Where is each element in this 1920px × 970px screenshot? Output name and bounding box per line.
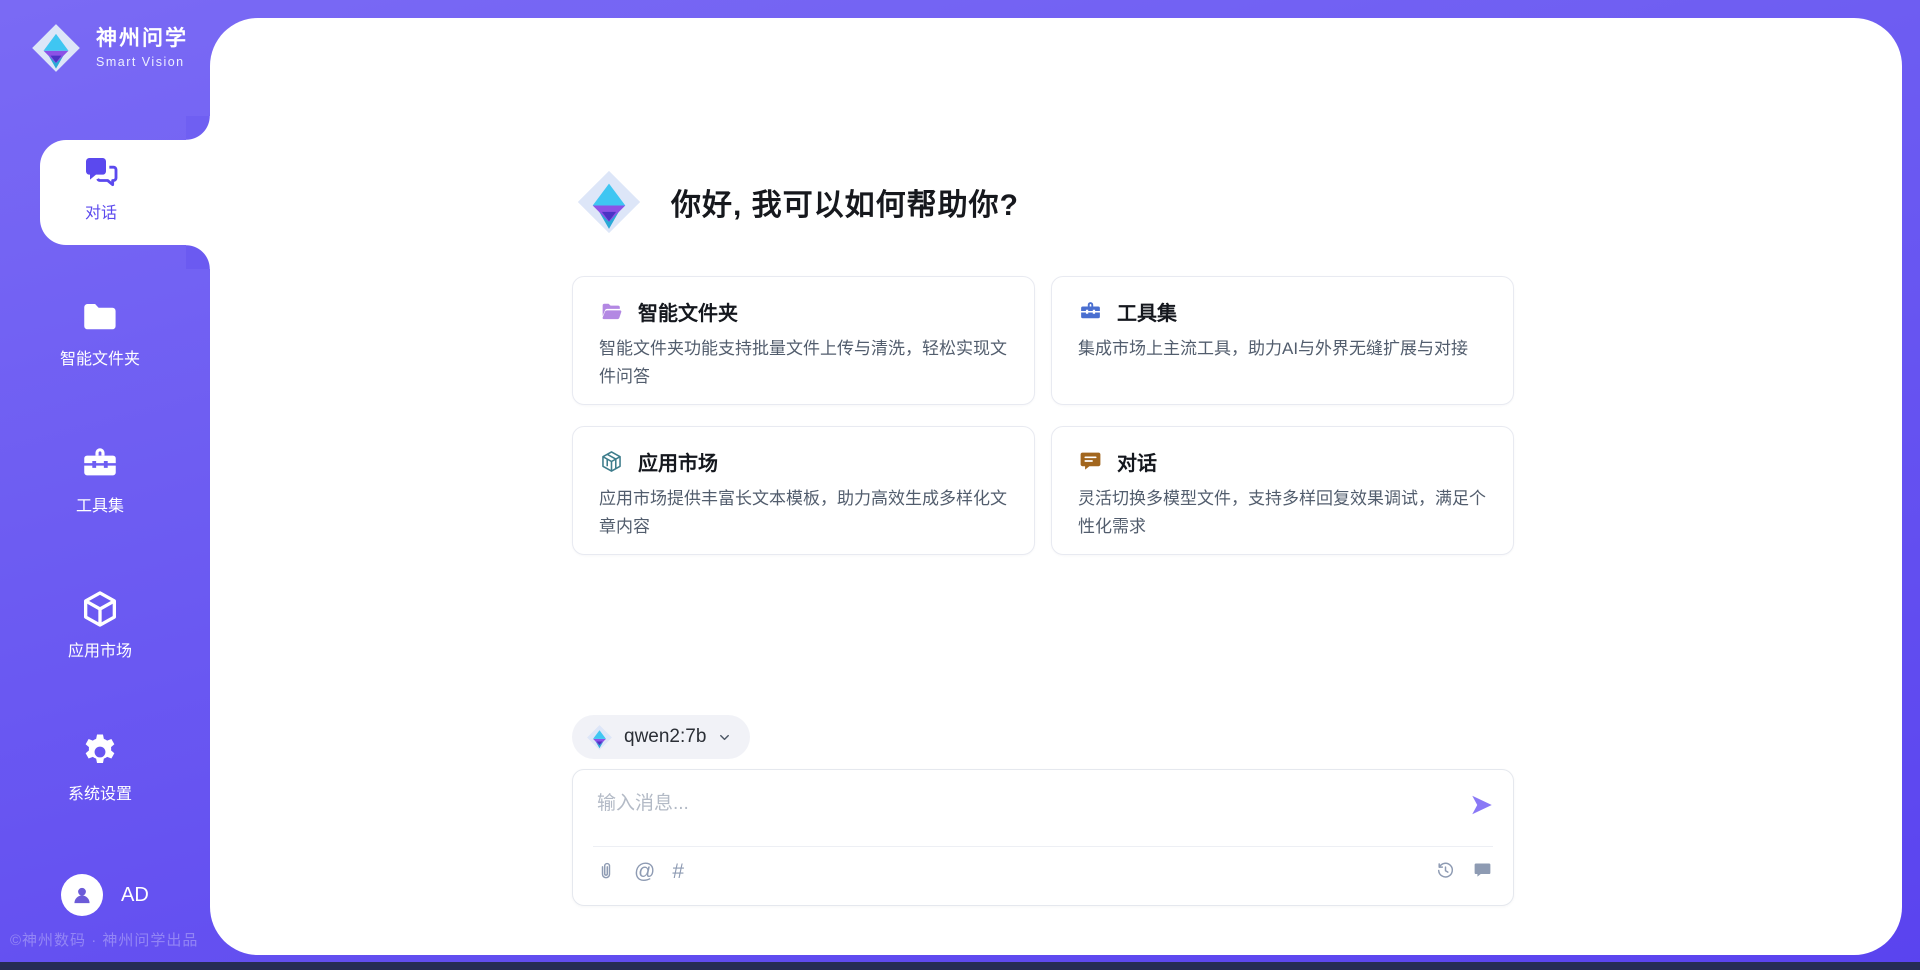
conversations-button[interactable] xyxy=(1472,860,1493,881)
attachment-icon xyxy=(595,860,617,882)
sidebar-item-chat[interactable]: 对话 xyxy=(40,140,210,245)
topic-button[interactable]: # xyxy=(672,861,684,882)
gem-logo-icon xyxy=(586,724,613,751)
copyright-text: ©神州数码 · 神州问学出品 xyxy=(10,929,220,950)
card-title: 对话 xyxy=(1117,447,1157,476)
sidebar-item-label: 工具集 xyxy=(15,492,185,516)
chat-lines-icon xyxy=(1078,449,1103,474)
cube-icon xyxy=(79,588,121,630)
topic-icon: # xyxy=(672,861,684,882)
avatar xyxy=(61,874,103,916)
mention-icon: @ xyxy=(634,861,655,882)
composer-tools-left: @ # xyxy=(595,860,684,882)
history-button[interactable] xyxy=(1435,860,1456,881)
sidebar-item-app-market[interactable]: 应用市场 xyxy=(15,588,185,661)
brand-gem-icon xyxy=(30,22,82,74)
send-button[interactable] xyxy=(1469,792,1495,818)
cube-grid-icon xyxy=(599,449,624,474)
card-title: 应用市场 xyxy=(638,447,718,476)
sidebar-item-smart-folders[interactable]: 智能文件夹 xyxy=(15,296,185,369)
sidebar-item-settings[interactable]: 系统设置 xyxy=(15,731,185,804)
window-bottom-bar xyxy=(0,962,1920,970)
toolbox-icon xyxy=(79,443,121,485)
assistant-gem-icon xyxy=(575,168,643,236)
message-composer: @ # xyxy=(572,769,1514,906)
feature-cards: 智能文件夹 智能文件夹功能支持批量文件上传与清洗，轻松实现文件问答 工具集 集成… xyxy=(572,276,1514,555)
user-profile[interactable]: AD xyxy=(61,874,149,916)
card-smart-folders[interactable]: 智能文件夹 智能文件夹功能支持批量文件上传与清洗，轻松实现文件问答 xyxy=(572,276,1035,405)
chat-bubbles-icon xyxy=(81,153,121,193)
brand-text: 神州问学 Smart Vision xyxy=(96,27,188,68)
chevron-down-icon xyxy=(717,730,732,745)
card-description: 灵活切换多模型文件，支持多样回复效果调试，满足个性化需求 xyxy=(1078,485,1487,541)
gear-icon xyxy=(79,731,121,773)
attach-file-button[interactable] xyxy=(595,860,617,882)
active-tab-fillet-top xyxy=(186,116,210,140)
card-description: 应用市场提供丰富长文本模板，助力高效生成多样化文章内容 xyxy=(599,485,1008,541)
greeting-block: 你好, 我可以如何帮助你? xyxy=(575,168,1019,236)
card-description: 智能文件夹功能支持批量文件上传与清洗，轻松实现文件问答 xyxy=(599,335,1008,391)
mention-button[interactable]: @ xyxy=(634,861,655,882)
sidebar-item-toolset[interactable]: 工具集 xyxy=(15,443,185,516)
card-title: 智能文件夹 xyxy=(638,297,738,326)
model-name: qwen2:7b xyxy=(624,726,706,748)
open-folder-icon xyxy=(599,299,624,324)
main-panel: 你好, 我可以如何帮助你? 智能文件夹 智能文件夹功能支持批量文件上传与清洗，轻… xyxy=(210,18,1902,955)
send-icon xyxy=(1469,792,1495,818)
user-name: AD xyxy=(121,884,149,907)
history-icon xyxy=(1435,860,1456,881)
sidebar-item-label: 系统设置 xyxy=(15,780,185,804)
active-tab-fillet-bottom xyxy=(186,245,210,269)
folder-icon xyxy=(79,296,121,338)
brand-logo: 神州问学 Smart Vision xyxy=(30,22,188,74)
greeting-title: 你好, 我可以如何帮助你? xyxy=(671,180,1019,224)
message-input[interactable] xyxy=(595,786,1439,842)
model-selector[interactable]: qwen2:7b xyxy=(572,715,750,759)
composer-divider xyxy=(593,846,1493,847)
composer-tools-right xyxy=(1435,860,1493,881)
toolbox-icon xyxy=(1078,299,1103,324)
card-title: 工具集 xyxy=(1117,297,1177,326)
card-description: 集成市场上主流工具，助力AI与外界无缝扩展与对接 xyxy=(1078,335,1487,363)
conversation-icon xyxy=(1472,860,1493,881)
sidebar-item-label: 应用市场 xyxy=(15,637,185,661)
brand-name: 神州问学 xyxy=(96,27,188,51)
user-icon xyxy=(69,882,95,908)
card-app-market[interactable]: 应用市场 应用市场提供丰富长文本模板，助力高效生成多样化文章内容 xyxy=(572,426,1035,555)
sidebar-item-label: 智能文件夹 xyxy=(15,345,185,369)
brand-subtitle: Smart Vision xyxy=(96,55,188,69)
card-toolset[interactable]: 工具集 集成市场上主流工具，助力AI与外界无缝扩展与对接 xyxy=(1051,276,1514,405)
sidebar-item-label: 对话 xyxy=(40,199,162,223)
card-chat[interactable]: 对话 灵活切换多模型文件，支持多样回复效果调试，满足个性化需求 xyxy=(1051,426,1514,555)
